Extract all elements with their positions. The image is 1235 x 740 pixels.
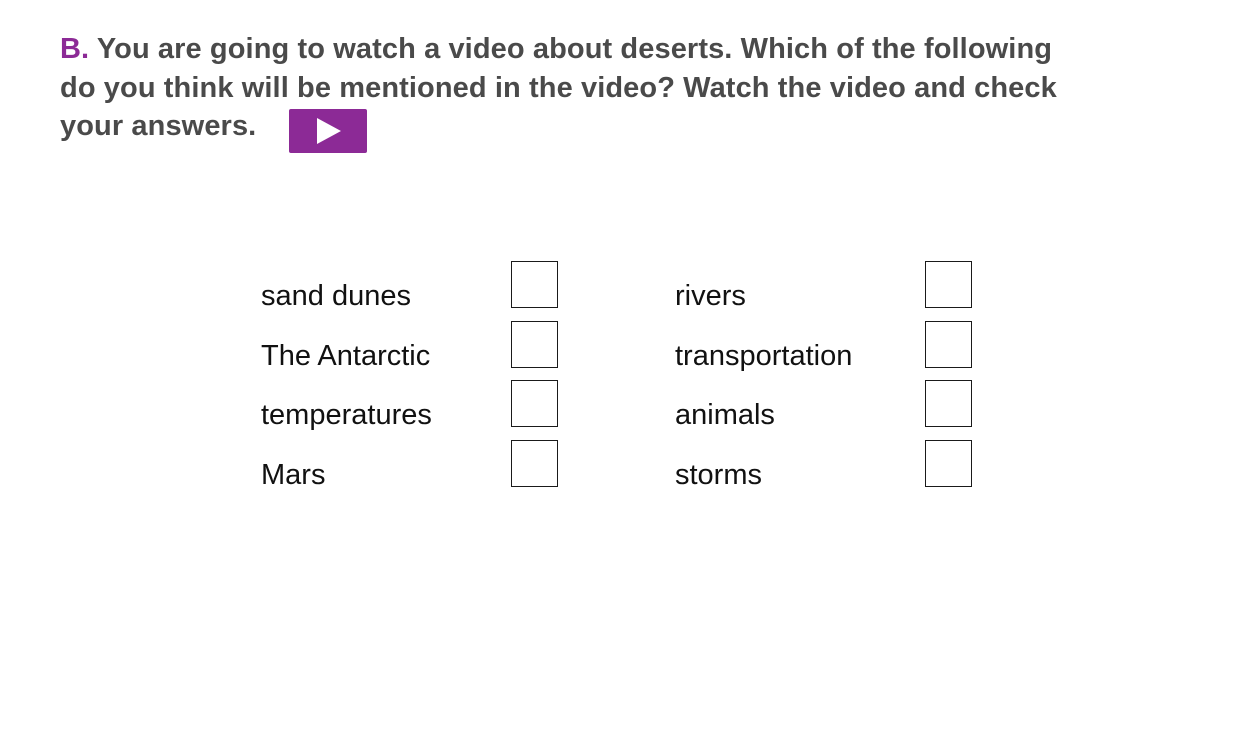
play-video-button[interactable] [289, 109, 367, 153]
exercise-page: B. You are going to watch a video about … [0, 0, 1235, 740]
item-label-transportation: transportation [675, 340, 853, 372]
checkbox-the-antarctic[interactable] [511, 321, 558, 368]
instruction-line-1-text: You are going to watch a video about des… [96, 33, 1053, 65]
instruction-line-2: do you think will be mentioned in the vi… [60, 71, 1057, 104]
item-label-mars: Mars [261, 459, 326, 491]
section-letter: B. [60, 33, 90, 65]
checkbox-mars[interactable] [511, 440, 558, 487]
item-label-the-antarctic: The Antarctic [261, 340, 431, 372]
instruction-line-3: your answers. [60, 110, 257, 142]
checkbox-transportation[interactable] [925, 321, 972, 368]
item-label-animals: animals [675, 399, 775, 431]
checkbox-temperatures[interactable] [511, 380, 558, 427]
instruction-line-1: B. You are going to watch a video about … [60, 30, 1180, 69]
item-label-temperatures: temperatures [261, 399, 432, 431]
item-label-rivers: rivers [675, 280, 746, 312]
play-icon [317, 118, 341, 144]
instruction-text: B. You are going to watch a video about … [60, 30, 1180, 146]
item-label-storms: storms [675, 459, 762, 491]
checkbox-sand-dunes[interactable] [511, 261, 558, 308]
checkbox-storms[interactable] [925, 440, 972, 487]
checkbox-animals[interactable] [925, 380, 972, 427]
item-label-sand-dunes: sand dunes [261, 280, 411, 312]
checkbox-rivers[interactable] [925, 261, 972, 308]
